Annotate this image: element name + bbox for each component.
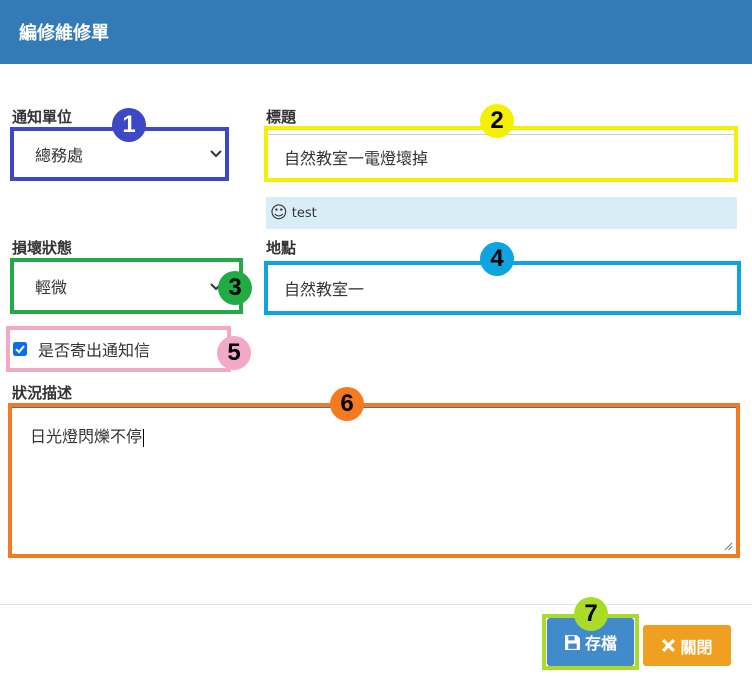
notify-checkbox-label: 是否寄出通知信 bbox=[38, 341, 151, 360]
title-label: 標題 bbox=[266, 108, 297, 126]
location-label: 地點 bbox=[266, 239, 297, 257]
location-input-value: 自然教室一 bbox=[284, 280, 365, 299]
description-value: 日光燈閃爍不停 bbox=[30, 427, 143, 446]
annotation-badge-5: 5 bbox=[217, 336, 251, 370]
resize-handle-icon[interactable] bbox=[724, 542, 733, 551]
unit-label: 通知單位 bbox=[12, 108, 73, 126]
validation-text: test bbox=[291, 205, 317, 221]
unit-select-value: 總務處 bbox=[35, 146, 84, 165]
annotation-badge-6: 6 bbox=[330, 387, 364, 421]
title-input[interactable]: 自然教室一電燈壞掉 bbox=[268, 134, 734, 178]
chevron-down-icon bbox=[210, 150, 222, 158]
status-label: 損壞狀態 bbox=[12, 239, 73, 257]
text-cursor bbox=[143, 428, 145, 447]
footer-divider bbox=[0, 604, 752, 605]
validation-message: ☺ test bbox=[266, 197, 737, 229]
annotation-badge-3: 3 bbox=[218, 271, 252, 305]
save-icon bbox=[565, 634, 580, 650]
smile-icon: ☺ bbox=[270, 203, 288, 223]
dialog-header: 編修維修單 bbox=[0, 0, 752, 64]
status-select[interactable]: 輕微 bbox=[14, 262, 239, 310]
close-icon bbox=[662, 639, 676, 652]
save-button-label: 存檔 bbox=[584, 634, 617, 653]
description-label: 狀況描述 bbox=[12, 384, 73, 402]
description-textarea[interactable]: 日光燈閃爍不停 bbox=[12, 407, 736, 554]
annotation-badge-2: 2 bbox=[480, 104, 514, 138]
title-input-value: 自然教室一電燈壞掉 bbox=[284, 148, 429, 168]
annotation-badge-1: 1 bbox=[112, 108, 146, 142]
annotation-badge-7: 7 bbox=[574, 597, 608, 631]
status-select-value: 輕微 bbox=[35, 278, 68, 297]
notify-checkbox-row[interactable]: 是否寄出通知信 bbox=[10, 330, 227, 368]
notify-checkbox[interactable] bbox=[13, 342, 27, 356]
close-button[interactable]: 關閉 bbox=[643, 625, 731, 666]
close-button-label: 關閉 bbox=[680, 637, 713, 657]
annotation-badge-4: 4 bbox=[480, 242, 514, 276]
dialog-title: 編修維修單 bbox=[19, 23, 109, 44]
